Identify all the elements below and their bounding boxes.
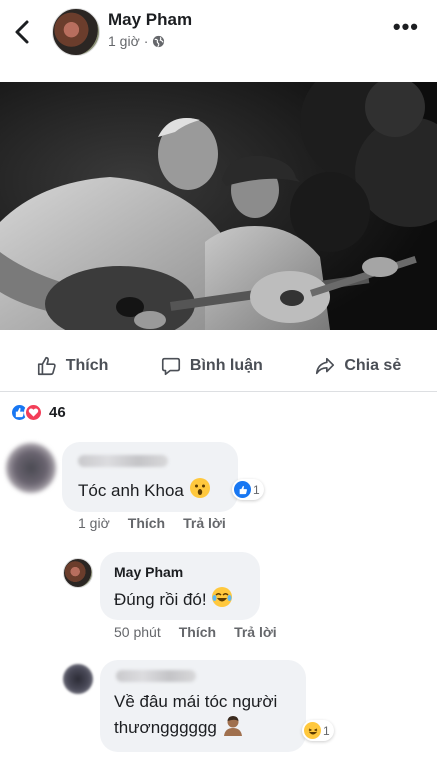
post-meta: 1 giờ · bbox=[108, 33, 165, 49]
reply-like-button[interactable]: Thích bbox=[179, 624, 216, 640]
comment-reply-button[interactable]: Trả lời bbox=[183, 515, 226, 531]
comment-reaction-count: 1 bbox=[253, 482, 260, 497]
comment-reaction-badge[interactable]: 1 bbox=[232, 479, 264, 500]
comment-label: Bình luận bbox=[189, 356, 263, 374]
share-arrow-icon bbox=[316, 357, 335, 374]
reactions-summary[interactable]: 46 bbox=[10, 403, 66, 422]
comment-reaction-badge[interactable]: 1 bbox=[302, 720, 334, 741]
reply-text: Về đâu mái tóc người thươngggggg bbox=[114, 690, 277, 743]
reply-actions: 50 phút Thích Trả lời bbox=[114, 624, 277, 640]
commenter-name-blurred bbox=[78, 455, 168, 467]
commenter-name-blurred bbox=[116, 670, 196, 682]
comment-like-button[interactable]: Thích bbox=[128, 515, 165, 531]
like-label: Thích bbox=[65, 356, 109, 374]
globe-icon bbox=[153, 35, 165, 47]
love-reaction-icon bbox=[24, 403, 43, 422]
like-reaction-icon bbox=[234, 481, 251, 498]
comment-reaction-count: 1 bbox=[323, 723, 330, 738]
more-options-icon[interactable]: ••• bbox=[393, 16, 419, 38]
author-avatar[interactable] bbox=[52, 8, 100, 56]
comment-button[interactable]: Bình luận bbox=[160, 355, 263, 377]
reply-text: Đúng rồi đó! bbox=[114, 586, 233, 615]
post-time[interactable]: 1 giờ bbox=[108, 33, 140, 49]
like-button[interactable]: Thích bbox=[36, 355, 109, 377]
back-arrow-icon[interactable] bbox=[12, 18, 34, 46]
post-action-bar: Thích Bình luận Chia sẻ bbox=[0, 340, 437, 392]
reply-reply-button[interactable]: Trả lời bbox=[234, 624, 277, 640]
reply-time[interactable]: 50 phút bbox=[114, 624, 161, 640]
surprised-emoji-icon bbox=[189, 477, 211, 506]
thumbs-up-icon bbox=[37, 356, 56, 375]
comment-time[interactable]: 1 giờ bbox=[78, 515, 110, 531]
meta-separator: · bbox=[143, 33, 149, 49]
laugh-reaction-icon bbox=[304, 722, 321, 739]
person-emoji-icon bbox=[222, 714, 244, 743]
comment-text: Tóc anh Khoa bbox=[78, 477, 211, 506]
tears-of-joy-emoji-icon bbox=[211, 586, 233, 615]
reply-author-name[interactable]: May Pham bbox=[114, 564, 183, 580]
comment-icon bbox=[161, 357, 180, 375]
post-header: May Pham 1 giờ · ••• bbox=[0, 0, 437, 80]
share-label: Chia sẻ bbox=[344, 356, 402, 374]
commenter-avatar-blurred[interactable] bbox=[6, 443, 56, 493]
share-button[interactable]: Chia sẻ bbox=[314, 355, 401, 377]
commenter-avatar-blurred[interactable] bbox=[63, 664, 93, 694]
reaction-count: 46 bbox=[49, 404, 66, 421]
author-name[interactable]: May Pham bbox=[108, 10, 192, 30]
reply-author-avatar[interactable] bbox=[63, 558, 93, 588]
post-photo[interactable] bbox=[0, 82, 437, 330]
comment-actions: 1 giờ Thích Trả lời bbox=[78, 515, 226, 531]
